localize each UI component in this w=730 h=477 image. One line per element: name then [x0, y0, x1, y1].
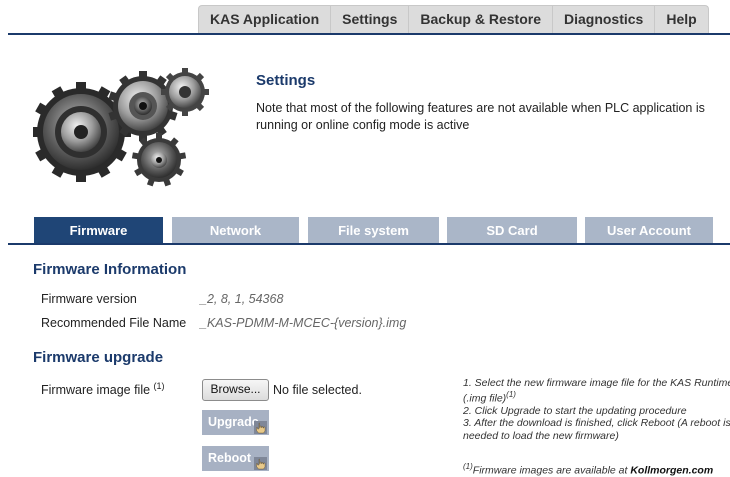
instruction-step-2: 2. Click Upgrade to start the updating p… — [463, 405, 687, 418]
nav-tab-backup-restore[interactable]: Backup & Restore — [408, 5, 553, 33]
instruction-step-1b: (.img file)(1) — [463, 390, 516, 405]
tab-firmware[interactable]: Firmware — [34, 217, 163, 243]
nav-divider — [8, 33, 730, 35]
upgrade-instructions: 1. Select the new firmware image file fo… — [463, 377, 730, 442]
recommended-file-label: Recommended File Name — [41, 316, 187, 330]
nav-tab-help[interactable]: Help — [654, 5, 709, 33]
instruction-step-1: 1. Select the new firmware image file fo… — [463, 377, 730, 389]
recommended-file-value: _KAS-PDMM-M-MCEC-{version}.img — [200, 316, 407, 330]
reboot-button[interactable]: Reboot — [202, 446, 269, 471]
nav-tab-settings[interactable]: Settings — [330, 5, 410, 33]
tab-network[interactable]: Network — [172, 217, 299, 243]
firmware-version-label: Firmware version — [41, 292, 137, 306]
upgrade-button[interactable]: Upgrade — [202, 410, 269, 435]
no-file-selected-text: No file selected. — [273, 383, 362, 397]
kollmorgen-link[interactable]: Kollmorgen.com — [630, 465, 713, 477]
tab-sd-card[interactable]: SD Card — [447, 217, 577, 243]
instruction-step-3b: needed to load the new firmware) — [463, 429, 619, 442]
firmware-information-heading: Firmware Information — [33, 261, 187, 278]
top-navigation: KAS Application Settings Backup & Restor… — [198, 5, 709, 33]
instruction-step-3: 3. After the download is finished, click… — [463, 417, 730, 430]
page-title: Settings — [256, 72, 316, 89]
browse-button[interactable]: Browse... — [202, 379, 269, 401]
subtab-divider — [8, 243, 730, 245]
firmware-upgrade-heading: Firmware upgrade — [33, 349, 164, 366]
hand-pointer-icon — [254, 457, 267, 470]
gears-image — [33, 68, 209, 187]
firmware-version-value: _2, 8, 1, 54368 — [200, 292, 284, 306]
firmware-image-file-label: Firmware image file (1) — [41, 381, 165, 398]
nav-tab-diagnostics[interactable]: Diagnostics — [551, 5, 656, 33]
tab-file-system[interactable]: File system — [308, 217, 439, 243]
nav-tab-kas-application[interactable]: KAS Application — [198, 5, 332, 33]
hand-pointer-icon — [254, 421, 267, 434]
tab-user-account[interactable]: User Account — [585, 217, 713, 243]
page-note: Note that most of the following features… — [256, 101, 705, 132]
firmware-footnote: (1)Firmware images are available at Koll… — [463, 462, 714, 477]
